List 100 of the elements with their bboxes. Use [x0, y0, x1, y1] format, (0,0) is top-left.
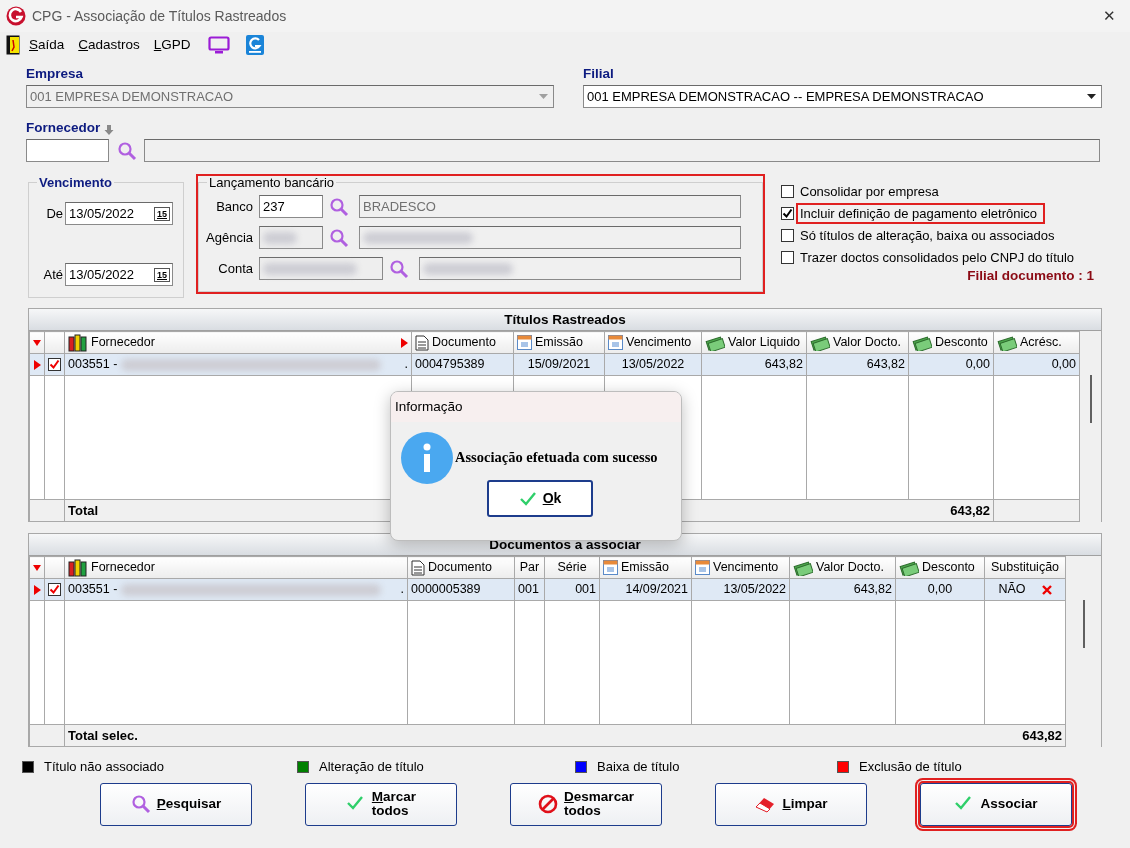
column-header[interactable]: Valor Liquido — [701, 331, 807, 354]
blurred-text — [263, 231, 297, 244]
calendar-icon — [517, 335, 532, 351]
date-field[interactable]: 13/05/2022 15 — [65, 263, 173, 287]
logo-icon — [6, 6, 26, 26]
branch-dropdown[interactable]: 001 EMPRESA DEMONSTRACAO -- EMPRESA DEMONSTRACAO — [583, 85, 1102, 109]
money-icon — [912, 334, 932, 351]
search-icon[interactable] — [117, 140, 137, 161]
scrollbar-thumb[interactable] — [1089, 375, 1092, 424]
check-icon — [49, 584, 60, 596]
search-icon[interactable] — [130, 794, 151, 815]
table-cell: NÃO — [998, 582, 1026, 598]
column-header[interactable]: Vencimento — [691, 556, 790, 579]
dialog-title: Informação — [391, 392, 681, 422]
column-header[interactable]: Acrésc. — [993, 331, 1080, 354]
table-cell: 643,82 — [853, 582, 892, 597]
menu-item[interactable]: Cadastros — [73, 36, 145, 54]
checkbox[interactable] — [781, 184, 794, 198]
info-icon — [401, 432, 453, 484]
field-label: Conta — [217, 261, 253, 277]
search-icon[interactable] — [389, 258, 409, 279]
checkbox[interactable] — [48, 583, 61, 597]
sort-indicator-icon — [33, 337, 41, 348]
action-button[interactable]: Marcar todos — [305, 782, 457, 826]
action-button[interactable]: Limpar — [715, 782, 867, 826]
code-field[interactable]: 237 — [259, 195, 323, 219]
caret-icon — [1086, 94, 1096, 100]
delete-icon[interactable] — [1041, 584, 1052, 595]
search-icon[interactable] — [329, 227, 349, 248]
table-cell: 13/05/2022 — [621, 357, 685, 372]
table-cell: 13/05/2022 — [723, 582, 786, 597]
pencils-icon — [68, 333, 88, 352]
checkbox-label: Trazer doctos consolidados pelo CNPJ do título — [799, 248, 1076, 267]
document-icon — [411, 559, 425, 576]
ok-button[interactable]: Ok — [487, 480, 593, 517]
money-icon — [705, 334, 725, 351]
column-header[interactable]: Desconto — [895, 556, 985, 579]
grid-title: Documentos a associar — [29, 534, 1101, 557]
table-cell: 0004795389 — [415, 357, 485, 372]
action-button[interactable]: Desmarcar todos — [510, 782, 662, 826]
calendar-button[interactable]: 15 — [154, 206, 170, 221]
app-icon[interactable] — [245, 35, 264, 55]
eraser-icon — [754, 795, 777, 814]
legend-label: Exclusão de título — [859, 759, 962, 775]
money-icon — [793, 559, 813, 576]
column-header[interactable]: Par — [514, 556, 545, 579]
column-header[interactable]: Fornecedor — [64, 556, 408, 579]
code-field[interactable] — [259, 257, 383, 281]
checkbox[interactable] — [48, 358, 61, 372]
table-cell: 0,00 — [1051, 357, 1076, 372]
search-icon[interactable] — [329, 196, 349, 217]
table-cell: 003551 - — [68, 357, 118, 373]
column-header[interactable]: Documento — [407, 556, 515, 579]
close-button[interactable]: ✕ — [1095, 7, 1124, 25]
supplier-code-field[interactable] — [26, 139, 109, 163]
column-header[interactable]: Série — [544, 556, 600, 579]
calendar-button[interactable]: 15 — [154, 267, 170, 282]
arrow-down-icon — [104, 123, 115, 136]
menu-item[interactable]: LGPD — [148, 36, 196, 54]
column-header[interactable]: Fornecedor — [64, 331, 412, 354]
scrollbar-thumb[interactable] — [1082, 600, 1085, 649]
table-cell: . — [404, 357, 408, 373]
menu-item[interactable]: Saída — [24, 36, 70, 54]
check-icon — [49, 359, 60, 371]
column-header[interactable]: Desconto — [908, 331, 994, 354]
group-title: Vencimento — [38, 176, 113, 190]
money-icon — [997, 334, 1017, 351]
calendar-icon — [603, 560, 618, 576]
column-header[interactable]: Emissão — [599, 556, 692, 579]
table-cell: 643,82 — [866, 357, 905, 372]
code-field[interactable] — [259, 226, 323, 250]
checkbox[interactable] — [781, 206, 794, 220]
calendar-icon — [608, 335, 623, 351]
field-label: Filial — [583, 66, 614, 83]
field-label: Banco — [215, 199, 253, 215]
forbidden-icon — [538, 794, 559, 815]
field-label: Empresa — [26, 66, 84, 83]
exit-icon[interactable] — [6, 35, 20, 55]
column-header[interactable]: Valor Docto. — [806, 331, 909, 354]
action-button[interactable]: Pesquisar — [100, 782, 252, 826]
table-cell: 001 — [518, 582, 539, 597]
date-field[interactable]: 13/05/2022 15 — [65, 202, 173, 226]
column-header[interactable]: Documento — [411, 331, 514, 354]
field-label: De — [45, 206, 63, 222]
column-header[interactable]: Vencimento — [604, 331, 702, 354]
column-header[interactable]: Substituição — [984, 556, 1066, 579]
check-icon — [782, 207, 793, 219]
money-icon — [899, 559, 919, 576]
checkbox[interactable] — [781, 250, 794, 264]
table-cell: 0,00 — [927, 582, 953, 597]
column-header[interactable]: Emissão — [513, 331, 605, 354]
legend-label: Baixa de título — [597, 759, 680, 775]
description-field: BRADESCO — [359, 195, 741, 219]
legend-label: Título não associado — [44, 759, 164, 775]
field-label: Agência — [205, 230, 253, 246]
group-title: Lançamento bancário — [208, 176, 336, 190]
table-cell: 643,82 — [764, 357, 803, 372]
monitor-icon[interactable] — [207, 36, 230, 54]
column-header[interactable]: Valor Docto. — [789, 556, 896, 579]
checkbox[interactable] — [781, 228, 794, 242]
